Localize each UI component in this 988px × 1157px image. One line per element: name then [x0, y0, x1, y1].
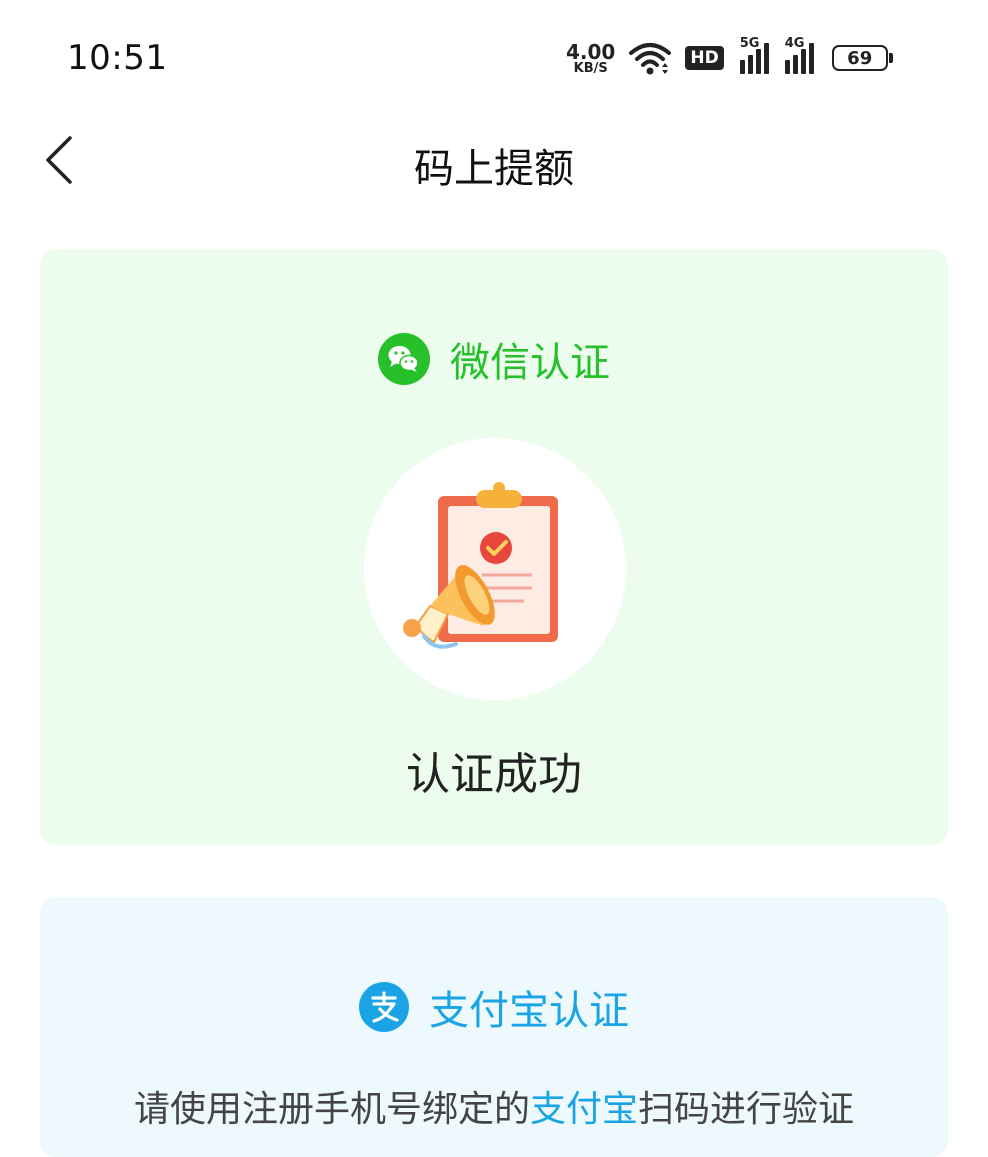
wechat-card-header: 微信认证 [0, 330, 988, 388]
alipay-instruction: 请使用注册手机号绑定的支付宝扫码进行验证 [0, 1080, 988, 1132]
signal-bar [763, 43, 769, 74]
alipay-instruction-suffix: 扫码进行验证 [638, 1089, 855, 1130]
signal-bar [784, 60, 790, 74]
network-speed-value: 4.00 [566, 39, 616, 64]
network-speed: 4.00 KB/S [566, 42, 615, 75]
battery-level: 69 [831, 45, 888, 71]
signal-sim2-icon: 4G [784, 36, 814, 74]
clipboard-megaphone-icon [403, 482, 558, 649]
signal-sim2-tag: 4G [784, 36, 805, 51]
nav-bar: 码上提额 [0, 110, 988, 210]
illustration-circle [364, 438, 626, 700]
signal-bar [808, 43, 814, 74]
battery-tip [888, 53, 893, 63]
status-icons: 4.00 KB/S HD 5G 4G 69 [566, 36, 893, 78]
signal-sim1-icon: 5G [739, 36, 769, 74]
signal-bar [792, 55, 798, 74]
alipay-instruction-highlight: 支付宝 [529, 1089, 638, 1130]
alipay-icon [359, 982, 409, 1032]
battery-icon: 69 [831, 45, 893, 71]
hd-voice-badge: HD [685, 46, 724, 70]
verification-result: 认证成功 [406, 749, 582, 800]
signal-bar [739, 60, 745, 74]
alipay-card-title: 支付宝认证 [429, 988, 629, 1034]
alipay-instruction-prefix: 请使用注册手机号绑定的 [133, 1089, 530, 1130]
network-speed-unit: KB/S [573, 60, 608, 76]
status-bar: 10:51 4.00 KB/S HD 5G 4G 69 [0, 0, 988, 110]
signal-bar [800, 49, 806, 74]
status-time: 10:51 [67, 38, 168, 78]
page-title: 码上提额 [414, 146, 574, 192]
wechat-card-title: 微信认证 [450, 340, 610, 386]
signal-bar [755, 49, 761, 74]
wifi-icon [629, 43, 672, 75]
signal-bar [747, 55, 753, 74]
alipay-card-header: 支付宝认证 [0, 978, 988, 1036]
signal-sim1-tag: 5G [739, 36, 760, 51]
wechat-icon [378, 333, 430, 385]
